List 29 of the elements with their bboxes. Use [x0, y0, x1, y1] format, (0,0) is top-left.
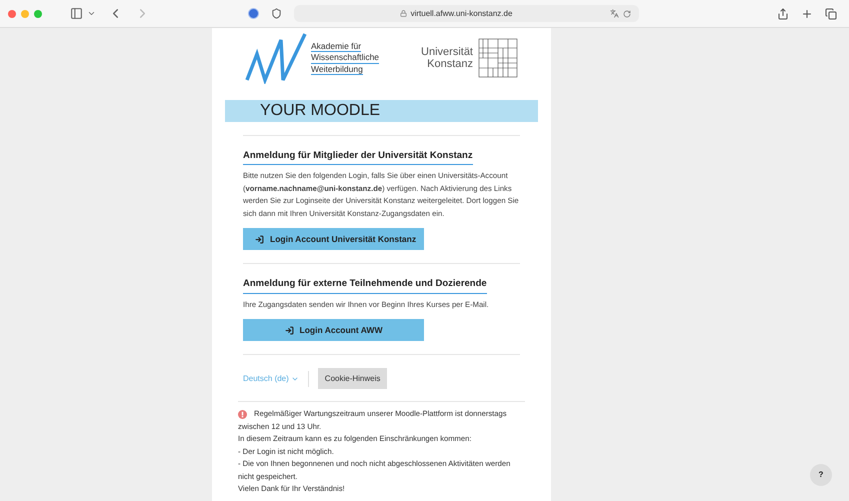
sidebar-icon[interactable]: [70, 7, 83, 20]
academy-name-line: Akademie für: [311, 40, 362, 52]
shield-icon[interactable]: [271, 8, 282, 19]
url-text: virtuell.afww.uni-konstanz.de: [410, 8, 512, 20]
chevron-down-icon[interactable]: [87, 9, 96, 18]
university-name-line: Konstanz: [427, 58, 473, 70]
section-heading: Anmeldung für Mitglieder der Universität Konstanz: [243, 149, 473, 166]
university-logo-icon: [478, 38, 518, 78]
login-icon: [284, 326, 294, 334]
help-button[interactable]: ?: [810, 464, 832, 486]
login-button[interactable]: Login Account AWW: [243, 319, 424, 341]
page-banner: YOUR MOODLE: [225, 100, 538, 122]
academy-name-line: Wissenschaftliche: [311, 52, 380, 64]
new-tab-icon[interactable]: [801, 8, 813, 20]
address-bar[interactable]: virtuell.afww.uni-konstanz.de: [294, 5, 639, 22]
reload-icon[interactable]: [623, 10, 631, 18]
academy-name-line: Weiterbildung: [311, 64, 363, 76]
cookie-button[interactable]: Cookie-Hinweis: [318, 368, 388, 389]
lock-icon: [400, 10, 407, 17]
share-icon[interactable]: [777, 8, 789, 20]
warning-icon: [238, 410, 247, 418]
section-heading: Anmeldung für externe Teilnehmende und Dozierende: [243, 277, 487, 294]
login-icon: [255, 234, 264, 244]
tabs-overview-icon[interactable]: [825, 8, 837, 20]
academy-logo-icon: [245, 32, 307, 84]
close-window-icon[interactable]: [8, 10, 16, 18]
translate-icon[interactable]: [610, 9, 619, 18]
login-button[interactable]: Login Account Universität Konstanz: [243, 228, 424, 250]
university-name-line: Universität: [421, 46, 473, 58]
